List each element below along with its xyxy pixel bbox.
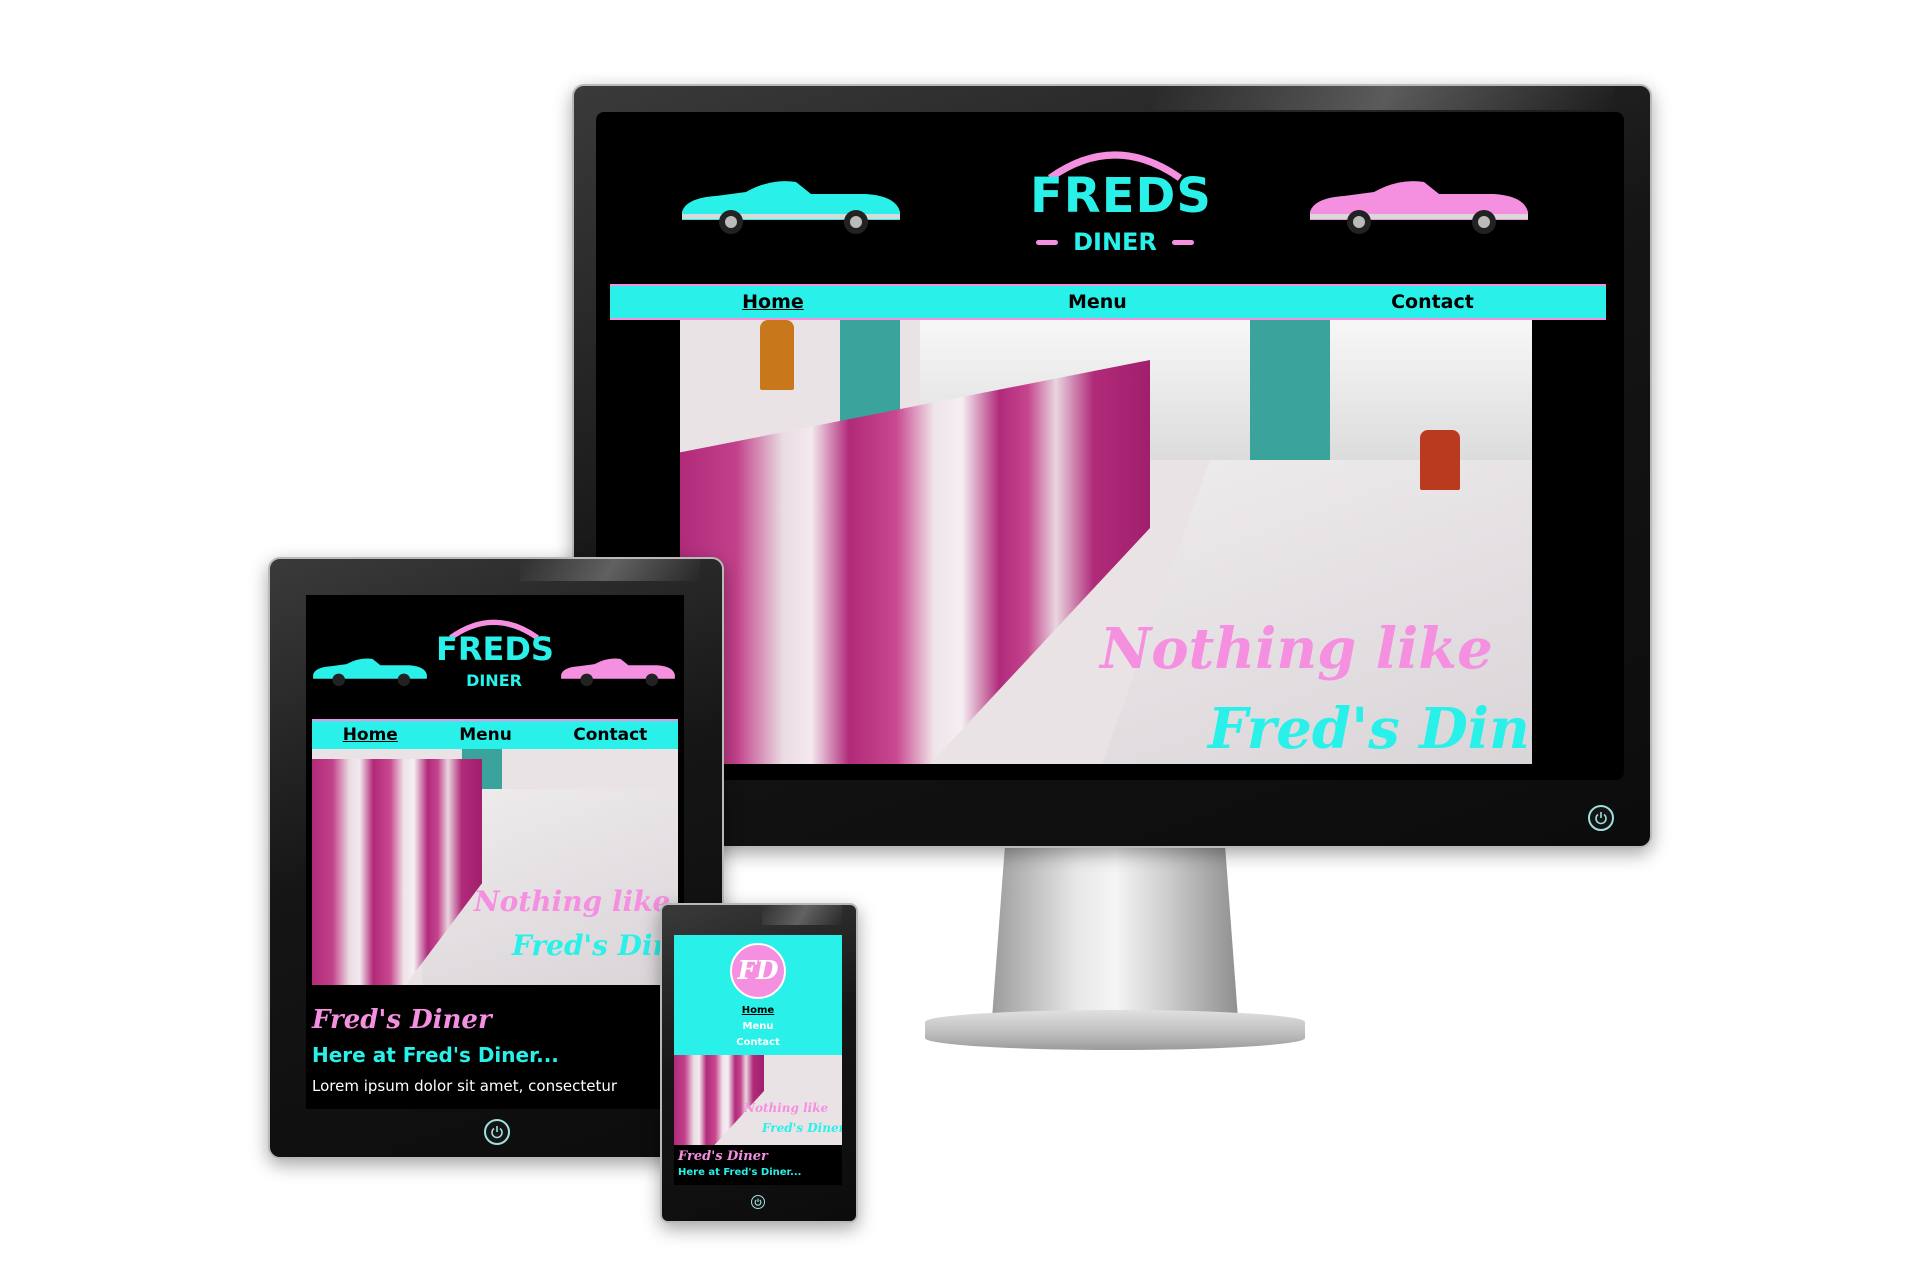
desktop-hero: Nothing like Fred's Diner (680, 320, 1532, 764)
logo-top-text: FREDS (436, 630, 554, 668)
tablet-frame: FREDS DINER Home Menu Contact Nothing li… (268, 557, 724, 1159)
phone-gloss (762, 905, 842, 925)
content-subtitle: Here at Fred's Diner... (312, 1043, 559, 1067)
nav-item-menu[interactable]: Menu (674, 1019, 842, 1035)
phone-frame: FD Home Menu Contact Nothing like Fred's… (660, 903, 858, 1223)
desktop-header: FREDS DINER (596, 112, 1624, 282)
nav-item-contact[interactable]: Contact (573, 725, 647, 745)
logo-bottom-text: DINER (1073, 228, 1157, 256)
nav-item-menu[interactable]: Menu (459, 725, 512, 745)
car-icon (313, 658, 427, 687)
nav-item-menu[interactable]: Menu (1068, 291, 1127, 313)
nav-item-home[interactable]: Home (674, 1003, 842, 1019)
nav-item-home[interactable]: Home (343, 725, 398, 745)
desktop-logo: FREDS DINER (1030, 142, 1212, 262)
hero-condiment (1420, 430, 1460, 490)
tablet-nav: Home Menu Contact (312, 719, 678, 751)
hero-line2: Fred's Diner (762, 1121, 842, 1135)
phone-header: FD Home Menu Contact (674, 935, 842, 1055)
hero-line2: Fred's Diner (512, 929, 678, 962)
power-icon[interactable] (1588, 805, 1614, 831)
tablet-hero: Nothing like Fred's Diner (312, 749, 678, 985)
monitor-stand-base (925, 1010, 1305, 1050)
hero-booth (680, 360, 1150, 764)
car-icon (682, 181, 900, 234)
tablet-screen: FREDS DINER Home Menu Contact Nothing li… (306, 595, 684, 1109)
phone-screen: FD Home Menu Contact Nothing like Fred's… (674, 935, 842, 1185)
car-icon (1310, 181, 1528, 234)
logo-badge: FD (730, 943, 786, 999)
tablet-gloss (520, 559, 700, 581)
power-icon[interactable] (751, 1195, 765, 1209)
content-subtitle: Here at Fred's Diner... (678, 1167, 802, 1178)
logo-bottom-text: DINER (466, 671, 522, 690)
logo-top-text: FREDS (1030, 168, 1212, 224)
phone-hero: Nothing like Fred's Diner (674, 1055, 842, 1145)
nav-item-contact[interactable]: Contact (674, 1035, 842, 1051)
hero-line2: Fred's Diner (1208, 696, 1532, 762)
hero-teal-pillar (1250, 320, 1330, 480)
logo-bar: DINER (1036, 228, 1194, 256)
logo-initials: FD (737, 956, 779, 986)
hero-condiment (760, 320, 794, 390)
content-body: Lorem ipsum dolor sit amet, consectetur (312, 1077, 618, 1095)
hero-booth (674, 1055, 764, 1145)
monitor-gloss (1154, 86, 1614, 110)
car-icon (561, 658, 675, 687)
nav-item-contact[interactable]: Contact (1391, 291, 1474, 313)
monitor-frame: FREDS DINER Home Menu Contact Nothing li… (572, 84, 1652, 848)
tablet-logo: FREDS DINER (436, 613, 554, 699)
hero-line1: Nothing like (1100, 616, 1493, 682)
desktop-screen: FREDS DINER Home Menu Contact Nothing li… (596, 112, 1624, 780)
phone-nav: Home Menu Contact (674, 1003, 842, 1051)
desktop-nav: Home Menu Contact (610, 284, 1606, 320)
hero-line1: Nothing like (474, 885, 671, 918)
content-title: Fred's Diner (312, 1005, 492, 1035)
content-title: Fred's Diner (678, 1149, 768, 1164)
nav-item-home[interactable]: Home (742, 291, 804, 313)
hero-line1: Nothing like (744, 1101, 829, 1115)
power-icon[interactable] (484, 1119, 510, 1145)
